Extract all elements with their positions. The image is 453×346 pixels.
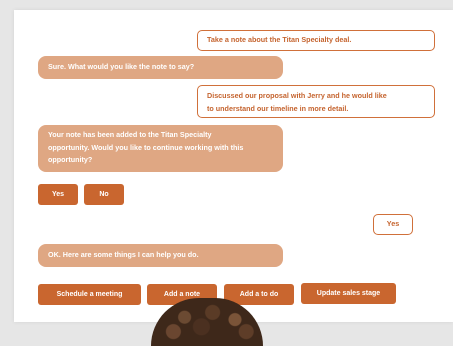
bot-message-options: OK. Here are some things I can help you … — [38, 244, 283, 267]
message-text-line: opportunity. Would you like to continue … — [48, 142, 244, 152]
message-text-line: opportunity? — [48, 155, 93, 164]
message-text: OK. Here are some things I can help you … — [48, 250, 199, 260]
message-text-line: Discussed our proposal with Jerry and he… — [207, 91, 387, 100]
message-text: Take a note about the Titan Specialty de… — [207, 35, 352, 45]
user-message-note-content: Discussed our proposal with Jerry and he… — [197, 85, 435, 118]
user-message-take-note: Take a note about the Titan Specialty de… — [197, 30, 435, 51]
bot-message-note-added: Your note has been added to the Titan Sp… — [38, 125, 283, 172]
schedule-meeting-button[interactable]: Schedule a meeting — [38, 284, 141, 305]
update-sales-stage-button[interactable]: Update sales stage — [301, 283, 396, 304]
message-text: Yes — [386, 219, 400, 229]
bot-message-note-prompt: Sure. What would you like the note to sa… — [38, 56, 283, 79]
message-text-line: Your note has been added to the Titan Sp… — [48, 130, 212, 139]
quick-reply-yes-button[interactable]: Yes — [38, 184, 78, 205]
quick-reply-no-button[interactable]: No — [84, 184, 124, 205]
message-text-line: to understand our timeline in more detai… — [207, 103, 349, 113]
chat-panel: Take a note about the Titan Specialty de… — [14, 10, 453, 322]
message-text: Sure. What would you like the note to sa… — [48, 62, 195, 72]
user-message-yes: Yes — [373, 214, 413, 235]
